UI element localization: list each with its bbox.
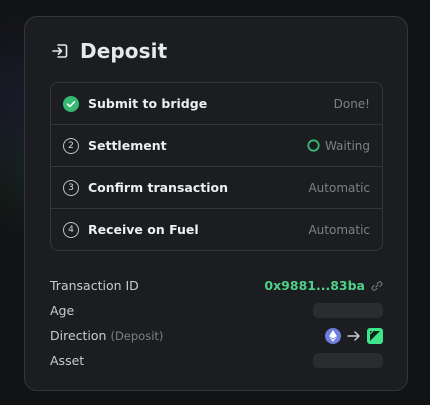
step-number: 4: [63, 221, 79, 238]
dialog-title: Deposit: [80, 39, 168, 63]
age-label: Age: [50, 303, 75, 318]
dialog-header: Deposit: [50, 37, 167, 65]
asset-row: Asset: [50, 348, 383, 373]
arrow-right-icon: [347, 330, 361, 342]
check-circle-icon: [63, 95, 79, 112]
step-status-text: Waiting: [324, 138, 370, 153]
spinner-icon: [307, 139, 320, 152]
transaction-id-value[interactable]: 0x9881...83ba: [264, 278, 365, 293]
step-confirm-transaction: 3 Confirm transaction Automatic: [51, 167, 382, 209]
step-submit-to-bridge: Submit to bridge Done!: [51, 83, 382, 125]
step-receive-on-fuel: 4 Receive on Fuel Automatic: [51, 209, 382, 250]
deposit-dialog: Deposit Submit to bridge Done! 2 Settlem…: [24, 16, 408, 391]
deposit-arrow-icon: [50, 41, 70, 61]
direction-label-text: Direction: [50, 328, 107, 343]
step-status: Done!: [334, 97, 370, 111]
step-number-badge: 3: [63, 179, 79, 196]
transaction-details: Transaction ID 0x9881...83ba Age Directi…: [50, 273, 383, 373]
step-label: Submit to bridge: [88, 96, 208, 111]
direction-sublabel: (Deposit): [110, 329, 164, 343]
step-status: Waiting: [307, 139, 370, 153]
step-label: Receive on Fuel: [88, 222, 199, 237]
step-number: 2: [63, 137, 79, 154]
step-list: Submit to bridge Done! 2 Settlement Wait…: [50, 82, 383, 251]
transaction-id-label: Transaction ID: [50, 278, 139, 293]
step-status-text: Automatic: [308, 180, 370, 195]
age-row: Age: [50, 298, 383, 323]
direction-row: Direction (Deposit): [50, 323, 383, 348]
step-number-badge: 2: [63, 137, 79, 154]
step-status: Automatic: [308, 181, 370, 195]
ethereum-icon: [325, 327, 341, 344]
transaction-id-row: Transaction ID 0x9881...83ba: [50, 273, 383, 298]
link-icon[interactable]: [371, 280, 383, 292]
step-label: Settlement: [88, 138, 167, 153]
direction-value: [325, 327, 383, 344]
step-settlement: 2 Settlement Waiting: [51, 125, 382, 167]
asset-label: Asset: [50, 353, 85, 368]
fuel-icon: [367, 327, 383, 344]
step-status-text: Automatic: [308, 222, 370, 237]
step-number-badge: 4: [63, 221, 79, 238]
step-status-text: Done!: [333, 96, 370, 111]
step-status: Automatic: [308, 223, 370, 237]
age-value-placeholder: [313, 303, 383, 318]
direction-label: Direction (Deposit): [50, 328, 163, 343]
step-number: 3: [63, 179, 79, 196]
step-label: Confirm transaction: [88, 180, 228, 195]
transaction-id-link[interactable]: 0x9881...83ba: [264, 278, 383, 293]
asset-value-placeholder: [313, 353, 383, 368]
